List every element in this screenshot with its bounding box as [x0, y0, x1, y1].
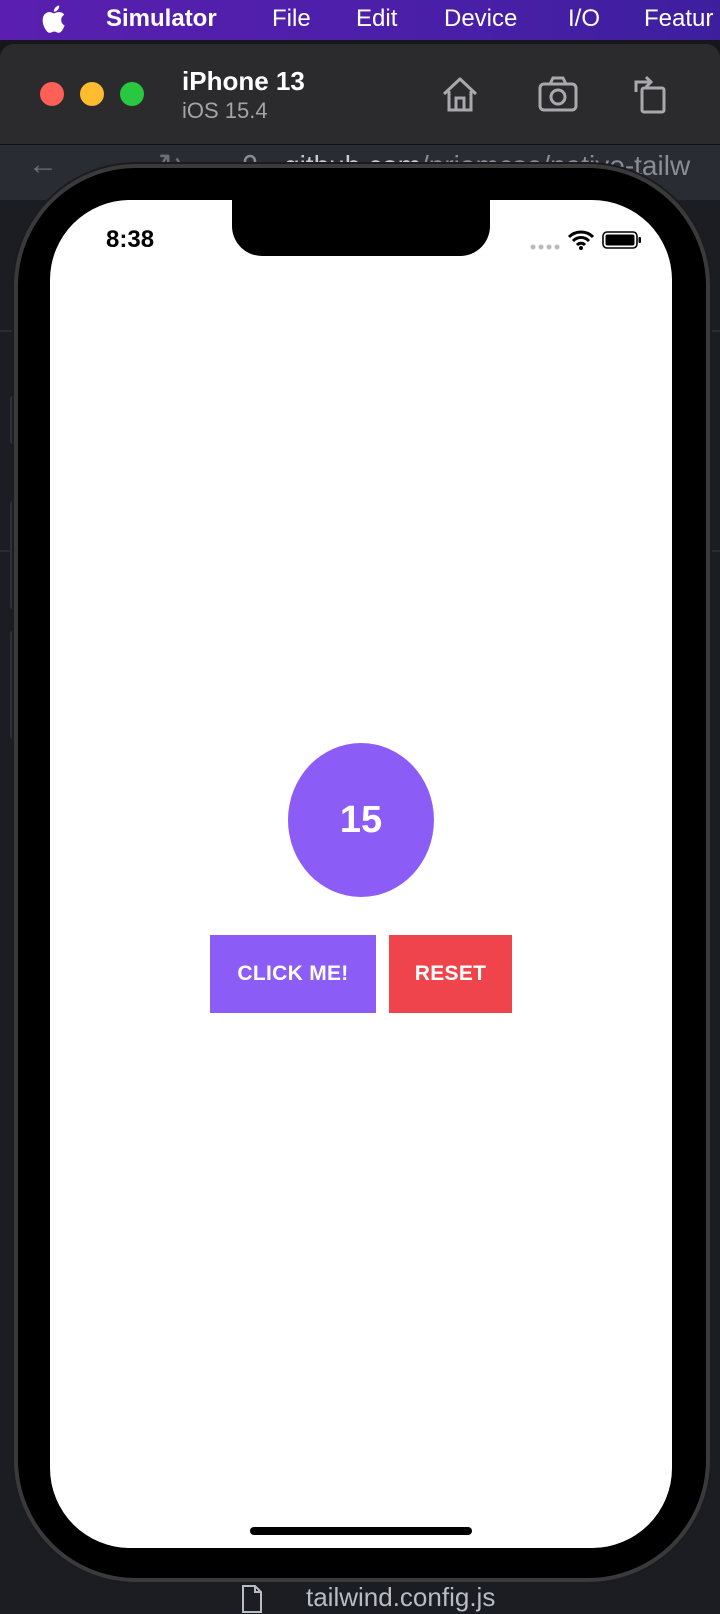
click-me-button[interactable]: CLICK ME! [210, 935, 376, 1013]
close-window-button[interactable] [40, 82, 64, 106]
minimize-window-button[interactable] [80, 82, 104, 106]
device-name: iPhone 13 [182, 66, 305, 96]
phone-notch [232, 200, 490, 256]
macos-menu-bar: Simulator File Edit Device I/O Featur [0, 0, 720, 40]
zoom-window-button[interactable] [120, 82, 144, 106]
device-os-version: iOS 15.4 [182, 98, 268, 123]
status-bar-time: 8:38 [106, 226, 155, 253]
side-handle [10, 630, 18, 740]
back-arrow-icon[interactable]: ← [28, 148, 58, 182]
simulator-title-bar: iPhone 13 iOS 15.4 [0, 44, 720, 145]
side-handle [10, 500, 18, 610]
battery-icon [602, 231, 641, 249]
counter-display: 15 [288, 743, 434, 897]
home-icon[interactable] [438, 72, 482, 116]
menu-app-name[interactable]: Simulator [106, 5, 217, 33]
apple-logo-icon[interactable] [38, 2, 72, 36]
menu-file[interactable]: File [272, 5, 311, 33]
screenshot-icon[interactable] [536, 72, 580, 116]
home-indicator[interactable] [250, 1527, 472, 1535]
side-handle [10, 395, 18, 445]
footer-file-name: tailwind.config.js [306, 1582, 496, 1612]
menu-io[interactable]: I/O [568, 5, 600, 33]
rotate-icon[interactable] [628, 72, 672, 116]
cellular-signal-icon [530, 244, 560, 250]
menu-features[interactable]: Featur [644, 5, 713, 33]
reset-button[interactable]: RESET [389, 935, 512, 1013]
menu-edit[interactable]: Edit [356, 5, 397, 33]
file-icon [242, 1585, 262, 1613]
menu-device[interactable]: Device [444, 5, 517, 33]
wifi-icon [568, 230, 594, 250]
